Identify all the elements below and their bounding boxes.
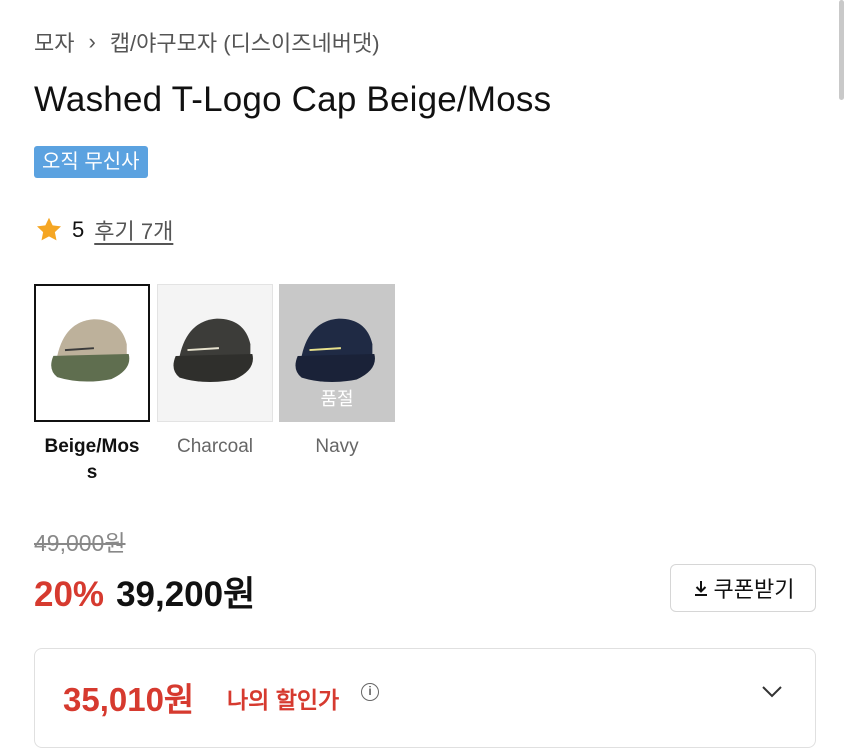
breadcrumb-root[interactable]: 모자 [34,26,74,58]
option-label-navy: Navy [315,436,359,457]
rating-summary: 5 후기 7개 [34,214,173,246]
info-icon[interactable]: i [361,683,379,701]
beige-moss-cap-image [51,319,130,382]
exclusive-badge: 오직 무신사 [34,146,148,178]
page-scrollbar[interactable] [839,0,844,100]
option-label-beige-moss: Beige/Mos s [44,436,140,483]
my-price-amount: 35,010원 [63,681,195,718]
option-navy[interactable]: 품절 [279,284,395,422]
discount-rate: 20% [34,575,105,614]
charcoal-cap-image [173,318,253,383]
coupon-button[interactable]: 쿠폰받기 [670,564,816,612]
breadcrumb: 모자 › 캡/야구모자 (디스이즈네버댓) [34,26,380,58]
chevron-right-icon: › [88,29,96,54]
product-title: Washed T-Logo Cap Beige/Moss [34,80,552,119]
option-beige-moss[interactable] [34,284,150,422]
price-row: 20% 39,200원 [34,566,255,617]
option-label-charcoal: Charcoal [176,436,254,457]
breadcrumb-category[interactable]: 캡/야구모자 (디스이즈네버댓) [110,26,380,58]
star-icon [37,217,61,241]
original-price: 49,000원 [34,530,126,556]
download-icon [694,581,707,596]
chevron-down-icon[interactable] [761,685,783,699]
my-price-card[interactable]: 35,010원 나의 할인가 i [34,648,816,748]
reviews-link[interactable]: 후기 7개 [94,214,173,246]
my-price-label: 나의 할인가 [227,687,340,713]
sold-out-label: 품절 [320,389,354,409]
option-charcoal[interactable] [157,284,273,422]
coupon-button-label: 쿠폰받기 [713,577,795,602]
rating-score: 5 [72,217,85,242]
sale-price: 39,200원 [116,575,256,614]
